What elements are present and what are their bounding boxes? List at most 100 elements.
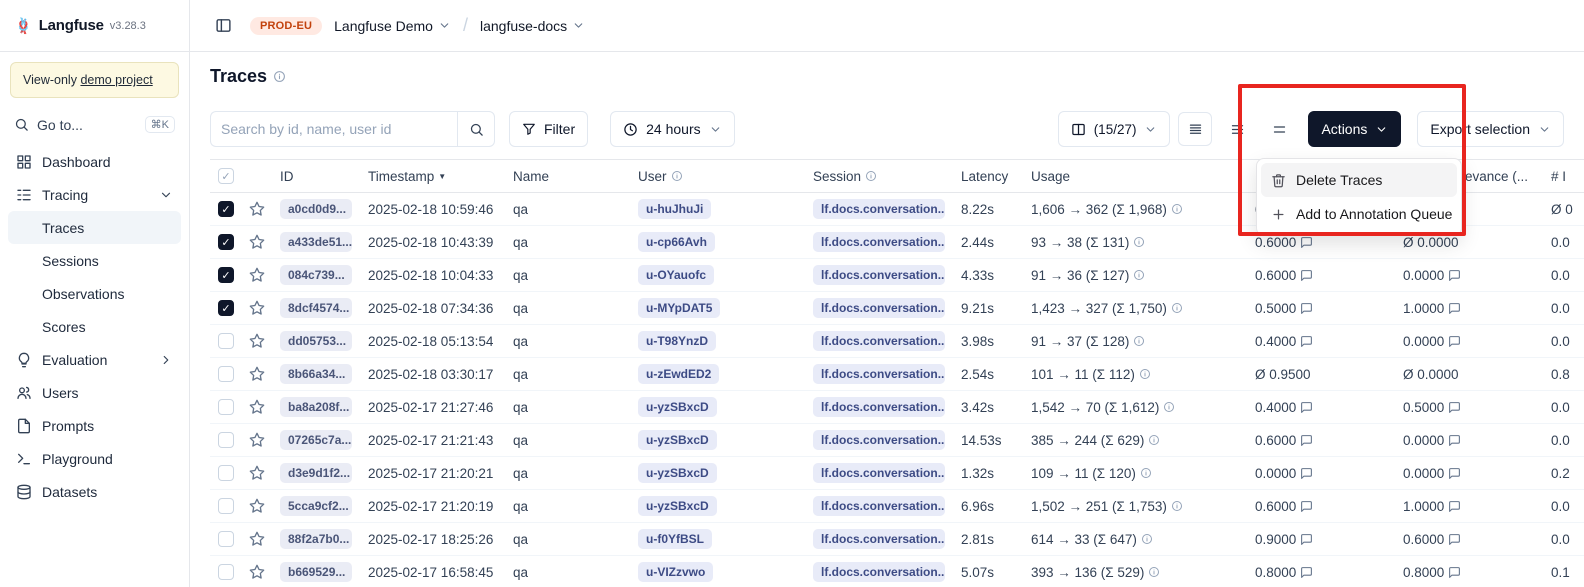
column-header-session[interactable]: Session (805, 169, 953, 184)
user-id-pill[interactable]: u-cp66Avh (638, 232, 715, 252)
star-icon[interactable] (249, 399, 265, 415)
table-row[interactable]: 8dcf4574... 2025-02-18 07:34:36 qa u-MYp… (210, 292, 1584, 325)
star-icon[interactable] (249, 465, 265, 481)
row-checkbox[interactable] (218, 531, 234, 547)
row-checkbox[interactable] (218, 300, 234, 316)
user-id-pill[interactable]: u-MYpDAT5 (638, 298, 720, 318)
user-id-pill[interactable]: u-yzSBxcD (638, 430, 717, 450)
star-icon[interactable] (249, 201, 265, 217)
user-id-pill[interactable]: u-yzSBxcD (638, 496, 717, 516)
star-icon[interactable] (249, 432, 265, 448)
trace-id-pill[interactable]: a433de51... (280, 232, 352, 252)
trace-id-pill[interactable]: b669529... (280, 562, 352, 582)
table-row[interactable]: 5cca9cf2... 2025-02-17 21:20:19 qa u-yzS… (210, 490, 1584, 523)
row-checkbox[interactable] (218, 432, 234, 448)
trace-id-pill[interactable]: 8dcf4574... (280, 298, 352, 318)
trace-id-pill[interactable]: a0cd0d9... (280, 199, 352, 219)
row-checkbox[interactable] (218, 498, 234, 514)
trace-id-pill[interactable]: 07265c7a... (280, 430, 352, 450)
star-icon[interactable] (249, 564, 265, 580)
sidebar-item-datasets[interactable]: Datasets (8, 475, 181, 508)
go-to-search[interactable]: Go to... ⌘K (0, 108, 189, 141)
session-id-pill[interactable]: lf.docs.conversation... (813, 496, 945, 516)
menu-item-add-to-annotation-queue[interactable]: Add to Annotation Queue (1261, 197, 1457, 231)
session-id-pill[interactable]: lf.docs.conversation... (813, 232, 945, 252)
column-visibility-button[interactable]: (15/27) (1058, 111, 1171, 147)
column-header-usage[interactable]: Usage (1023, 169, 1247, 184)
column-header-timestamp[interactable]: Timestamp ▼ (360, 169, 505, 184)
sidebar-item-tracing[interactable]: Tracing (8, 178, 181, 211)
user-id-pill[interactable]: u-yzSBxcD (638, 463, 717, 483)
environment-badge[interactable]: PROD-EU (250, 17, 322, 35)
session-id-pill[interactable]: lf.docs.conversation... (813, 364, 945, 384)
demo-project-link[interactable]: demo project (80, 73, 152, 87)
trace-id-pill[interactable]: 084c739... (280, 265, 352, 285)
trace-id-pill[interactable]: 88f2a7b0... (280, 529, 352, 549)
session-id-pill[interactable]: lf.docs.conversation... (813, 298, 945, 318)
star-icon[interactable] (249, 267, 265, 283)
user-id-pill[interactable]: u-f0YfBSL (638, 529, 712, 549)
trace-id-pill[interactable]: d3e9d1f2... (280, 463, 352, 483)
sidebar-item-users[interactable]: Users (8, 376, 181, 409)
sidebar-item-observations[interactable]: Observations (8, 277, 181, 310)
column-header-user[interactable]: User (630, 169, 805, 184)
time-range-button[interactable]: 24 hours (610, 111, 734, 147)
row-checkbox[interactable] (218, 366, 234, 382)
session-id-pill[interactable]: lf.docs.conversation... (813, 430, 945, 450)
star-icon[interactable] (249, 300, 265, 316)
row-checkbox[interactable] (218, 333, 234, 349)
row-checkbox[interactable] (218, 465, 234, 481)
row-height-medium-button[interactable] (1220, 112, 1254, 146)
row-checkbox[interactable] (218, 399, 234, 415)
session-id-pill[interactable]: lf.docs.conversation... (813, 463, 945, 483)
star-icon[interactable] (249, 498, 265, 514)
row-height-large-button[interactable] (1262, 112, 1296, 146)
filter-button[interactable]: Filter (509, 111, 588, 147)
user-id-pill[interactable]: u-VIZzvwo (638, 562, 713, 582)
row-checkbox[interactable] (218, 201, 234, 217)
row-height-small-button[interactable] (1178, 112, 1212, 146)
trace-id-pill[interactable]: 5cca9cf2... (280, 496, 352, 516)
session-id-pill[interactable]: lf.docs.conversation... (813, 397, 945, 417)
trace-id-pill[interactable]: ba8a208f... (280, 397, 352, 417)
table-row[interactable]: 8b66a34... 2025-02-18 03:30:17 qa u-zEwd… (210, 358, 1584, 391)
actions-button[interactable]: Actions (1308, 111, 1401, 147)
star-icon[interactable] (249, 531, 265, 547)
sidebar-item-prompts[interactable]: Prompts (8, 409, 181, 442)
sidebar-item-dashboard[interactable]: Dashboard (8, 145, 181, 178)
table-row[interactable]: 88f2a7b0... 2025-02-17 18:25:26 qa u-f0Y… (210, 523, 1584, 556)
session-id-pill[interactable]: lf.docs.conversation... (813, 562, 945, 582)
table-row[interactable]: d3e9d1f2... 2025-02-17 21:20:21 qa u-yzS… (210, 457, 1584, 490)
sidebar-item-traces[interactable]: Traces (8, 211, 181, 244)
session-id-pill[interactable]: lf.docs.conversation... (813, 199, 945, 219)
row-checkbox[interactable] (218, 564, 234, 580)
column-header-name[interactable]: Name (505, 169, 630, 184)
session-id-pill[interactable]: lf.docs.conversation... (813, 529, 945, 549)
table-row[interactable]: dd05753... 2025-02-18 05:13:54 qa u-T98Y… (210, 325, 1584, 358)
table-row[interactable]: 084c739... 2025-02-18 10:04:33 qa u-OYau… (210, 259, 1584, 292)
search-button[interactable] (457, 111, 495, 147)
user-id-pill[interactable]: u-yzSBxcD (638, 397, 717, 417)
session-id-pill[interactable]: lf.docs.conversation... (813, 265, 945, 285)
column-header-score3[interactable]: # I (1543, 169, 1584, 184)
user-id-pill[interactable]: u-huJhuJi (638, 199, 711, 219)
sidebar-item-scores[interactable]: Scores (8, 310, 181, 343)
menu-item-delete-traces[interactable]: Delete Traces (1261, 163, 1457, 197)
row-checkbox[interactable] (218, 234, 234, 250)
session-id-pill[interactable]: lf.docs.conversation... (813, 331, 945, 351)
row-checkbox[interactable] (218, 267, 234, 283)
trace-id-pill[interactable]: 8b66a34... (280, 364, 352, 384)
trace-id-pill[interactable]: dd05753... (280, 331, 352, 351)
export-selection-button[interactable]: Export selection (1417, 111, 1564, 147)
sidebar-toggle-button[interactable] (208, 11, 238, 41)
sidebar-item-evaluation[interactable]: Evaluation (8, 343, 181, 376)
user-id-pill[interactable]: u-OYauofc (638, 265, 714, 285)
select-all-checkbox[interactable] (218, 168, 234, 184)
star-icon[interactable] (249, 234, 265, 250)
project-switcher[interactable]: langfuse-docs (480, 18, 585, 34)
user-id-pill[interactable]: u-T98YnzD (638, 331, 716, 351)
table-row[interactable]: ba8a208f... 2025-02-17 21:27:46 qa u-yzS… (210, 391, 1584, 424)
table-row[interactable]: b669529... 2025-02-17 16:58:45 qa u-VIZz… (210, 556, 1584, 587)
sidebar-item-sessions[interactable]: Sessions (8, 244, 181, 277)
column-header-id[interactable]: ID (272, 169, 360, 184)
